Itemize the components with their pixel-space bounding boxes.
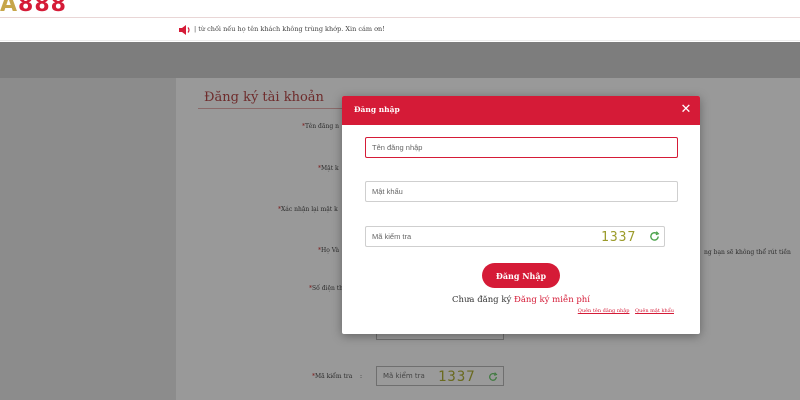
captcha-label: *Mã kiểm tra xyxy=(312,373,353,380)
title-underline xyxy=(198,108,344,109)
logo-text-prefix: A xyxy=(0,0,19,17)
captcha-image: 1337 xyxy=(601,230,637,245)
login-button[interactable]: Đăng Nhập xyxy=(482,263,560,288)
forgot-password-link[interactable]: Quên mật khẩu xyxy=(635,308,674,314)
modal-title: Đăng nhập xyxy=(354,105,400,114)
registration-captcha-image: 1337 xyxy=(438,369,476,385)
refresh-icon[interactable] xyxy=(488,372,498,382)
username-label: *Tên đăng n xyxy=(302,123,339,130)
backdrop-band xyxy=(0,42,800,78)
speaker-icon xyxy=(179,25,190,35)
confirm-password-label: *Xác nhận lại mật k xyxy=(278,206,338,213)
no-account-text: Chưa đăng ký xyxy=(451,295,512,305)
phone-label: *Số điện th xyxy=(309,285,344,292)
forgot-username-link[interactable]: Quên tên đăng nhập xyxy=(578,308,630,314)
captcha-colon: : xyxy=(360,373,363,380)
announcement-bar: | từ chối nếu họ tên khách không trùng k… xyxy=(0,19,800,41)
login-modal: Đăng nhập ✕ 1337 Đăng Nhập Chưa đăng ký … xyxy=(342,96,700,334)
register-prompt: Chưa đăng ký Đăng ký miễn phí xyxy=(342,295,700,305)
username-input[interactable] xyxy=(365,137,678,158)
site-logo[interactable]: A888 xyxy=(0,0,67,17)
register-link[interactable]: Đăng ký miễn phí xyxy=(514,295,590,305)
refresh-icon[interactable] xyxy=(649,231,660,242)
logo-text-number: 888 xyxy=(18,0,67,17)
registration-title: Đăng ký tài khoản xyxy=(204,90,324,105)
full-name-hint: ng bạn sẽ không thể rút tiền xyxy=(704,249,791,256)
full-name-label: *Họ Và xyxy=(318,247,340,254)
password-input[interactable] xyxy=(365,181,678,202)
forgot-links: Quên tên đăng nhập Quên mật khẩu xyxy=(574,308,674,314)
site-header: A888 xyxy=(0,0,800,18)
close-icon[interactable]: ✕ xyxy=(679,103,693,117)
password-label: *Mật k xyxy=(318,165,339,172)
announcement-text: | từ chối nếu họ tên khách không trùng k… xyxy=(194,25,385,33)
modal-header: Đăng nhập ✕ xyxy=(342,96,700,125)
